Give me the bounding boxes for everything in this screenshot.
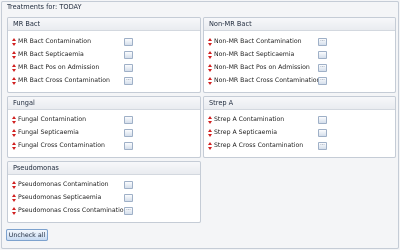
treatment-label: Pseudomonas Cross Contamination <box>18 207 128 214</box>
group-header-fungal: Fungal <box>8 97 200 110</box>
edit-button[interactable] <box>124 116 133 124</box>
treatment-row[interactable]: Non-MR Bact Septicaemia <box>204 50 395 60</box>
edit-button[interactable]: ... <box>318 142 327 150</box>
treatment-row[interactable]: Non-MR Bact Contamination ... <box>204 37 395 47</box>
group-pseudomonas: Pseudomonas Pseudomonas Contamination Ps… <box>7 161 201 223</box>
sort-arrows-icon[interactable] <box>12 77 16 85</box>
sort-arrows-icon[interactable] <box>12 207 16 215</box>
treatment-row[interactable]: Pseudomonas Contamination <box>8 180 200 190</box>
treatment-row[interactable]: MR Bact Pos on Admission <box>8 63 200 73</box>
treatment-label: MR Bact Septicaemia <box>18 51 84 58</box>
sort-arrows-icon[interactable] <box>12 181 16 189</box>
panel-title: Treatments for: TODAY <box>7 3 82 11</box>
edit-button[interactable] <box>124 51 133 59</box>
sort-arrows-icon[interactable] <box>12 129 16 137</box>
group-header-mr-bact: MR Bact <box>8 18 200 31</box>
sort-arrows-icon[interactable] <box>12 51 16 59</box>
treatment-label: Fungal Septicaemia <box>18 129 79 136</box>
treatment-label: Non-MR Bact Contamination <box>214 38 302 45</box>
treatment-label: Strep A Septicaemia <box>214 129 278 136</box>
treatment-label: Strep A Cross Contamination <box>214 142 304 149</box>
treatment-label: Fungal Contamination <box>18 116 87 123</box>
uncheck-all-button[interactable]: Uncheck all <box>6 229 48 241</box>
edit-button[interactable] <box>124 181 133 189</box>
treatment-row[interactable]: Fungal Cross Contamination <box>8 141 200 151</box>
group-strep-a: Strep A Strep A Contamination Strep A Se… <box>203 96 396 158</box>
edit-button[interactable]: ... <box>318 64 327 72</box>
sort-arrows-icon[interactable] <box>208 142 212 150</box>
treatment-row[interactable]: MR Bact Cross Contamination ... <box>8 76 200 86</box>
sort-arrows-icon[interactable] <box>12 116 16 124</box>
group-header-strep-a: Strep A <box>204 97 395 110</box>
treatment-row[interactable]: Fungal Septicaemia <box>8 128 200 138</box>
group-non-mr-bact: Non-MR Bact Non-MR Bact Contamination ..… <box>203 17 396 93</box>
treatment-row[interactable]: Pseudomonas Septicaemia <box>8 193 200 203</box>
sort-arrows-icon[interactable] <box>208 129 212 137</box>
edit-button[interactable] <box>124 194 133 202</box>
edit-button[interactable]: ... <box>318 77 327 85</box>
treatment-label: Strep A Contamination <box>214 116 285 123</box>
edit-button[interactable]: ... <box>124 207 133 215</box>
treatment-label: Fungal Cross Contamination <box>18 142 105 149</box>
group-header-non-mr-bact: Non-MR Bact <box>204 18 395 31</box>
sort-arrows-icon[interactable] <box>12 38 16 46</box>
treatment-label: Pseudomonas Contamination <box>18 181 109 188</box>
treatment-row[interactable]: Strep A Contamination <box>204 115 395 125</box>
edit-button[interactable] <box>124 38 133 46</box>
treatment-row[interactable]: Strep A Cross Contamination ... <box>204 141 395 151</box>
sort-arrows-icon[interactable] <box>208 77 212 85</box>
sort-arrows-icon[interactable] <box>12 142 16 150</box>
sort-arrows-icon[interactable] <box>208 64 212 72</box>
sort-arrows-icon[interactable] <box>208 38 212 46</box>
treatment-label: MR Bact Contamination <box>18 38 91 45</box>
treatment-label: MR Bact Pos on Admission <box>18 64 100 71</box>
treatment-row[interactable]: MR Bact Septicaemia <box>8 50 200 60</box>
treatment-label: MR Bact Cross Contamination <box>18 77 110 84</box>
edit-button[interactable] <box>318 129 327 137</box>
edit-button[interactable] <box>124 129 133 137</box>
sort-arrows-icon[interactable] <box>208 116 212 124</box>
treatment-row[interactable]: Fungal Contamination <box>8 115 200 125</box>
treatment-label: Pseudomonas Septicaemia <box>18 194 102 201</box>
treatment-row[interactable]: Strep A Septicaemia <box>204 128 395 138</box>
treatment-row[interactable]: Non-MR Bact Cross Contamination ... <box>204 76 395 86</box>
edit-button[interactable] <box>318 51 327 59</box>
group-mr-bact: MR Bact MR Bact Contamination MR Bact Se… <box>7 17 201 93</box>
edit-button[interactable] <box>124 64 133 72</box>
sort-arrows-icon[interactable] <box>12 194 16 202</box>
sort-arrows-icon[interactable] <box>12 64 16 72</box>
edit-button[interactable] <box>318 116 327 124</box>
edit-button[interactable]: ... <box>318 38 327 46</box>
edit-button[interactable]: ... <box>124 77 133 85</box>
treatment-row[interactable]: Pseudomonas Cross Contamination ... <box>8 206 200 216</box>
sort-arrows-icon[interactable] <box>208 51 212 59</box>
group-fungal: Fungal Fungal Contamination Fungal Septi… <box>7 96 201 158</box>
treatment-label: Non-MR Bact Pos on Admission <box>214 64 310 71</box>
group-header-pseudomonas: Pseudomonas <box>8 162 200 175</box>
edit-button[interactable] <box>124 142 133 150</box>
treatment-row[interactable]: Non-MR Bact Pos on Admission ... <box>204 63 395 73</box>
treatment-row[interactable]: MR Bact Contamination <box>8 37 200 47</box>
treatment-label: Non-MR Bact Cross Contamination <box>214 77 321 84</box>
treatment-label: Non-MR Bact Septicaemia <box>214 51 295 58</box>
